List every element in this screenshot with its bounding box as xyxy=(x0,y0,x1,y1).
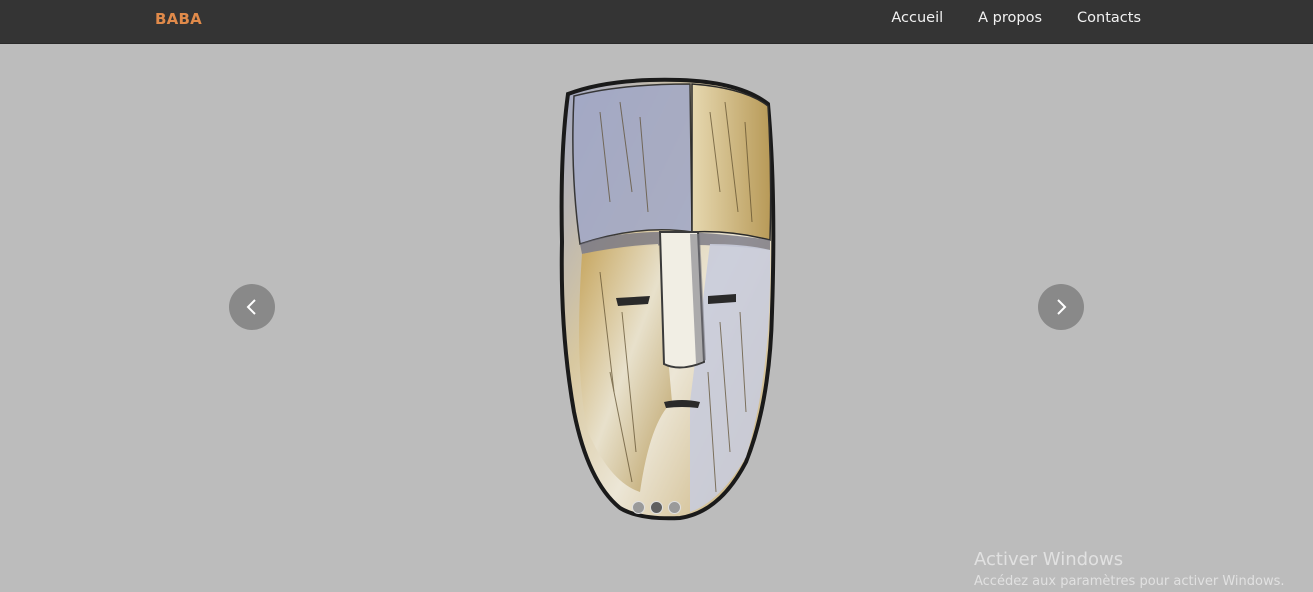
wooden-mask-image xyxy=(559,77,776,521)
chevron-right-icon xyxy=(1057,299,1067,315)
carousel-indicators xyxy=(632,501,681,514)
carousel-indicator-1[interactable] xyxy=(632,501,645,514)
carousel-next-button[interactable] xyxy=(1038,284,1084,330)
nav-links: Accueil A propos Contacts xyxy=(891,10,1141,26)
image-carousel: Activer Windows Accédez aux paramètres p… xyxy=(0,44,1313,589)
carousel-prev-button[interactable] xyxy=(229,284,275,330)
nav-link-accueil[interactable]: Accueil xyxy=(891,10,943,26)
carousel-indicator-3[interactable] xyxy=(668,501,681,514)
brand-logo[interactable]: BABA xyxy=(155,10,202,28)
watermark-title: Activer Windows xyxy=(974,549,1124,570)
chevron-left-icon xyxy=(246,299,256,315)
windows-activation-watermark: Activer Windows Accédez aux paramètres p… xyxy=(974,549,1285,592)
nav-link-contacts[interactable]: Contacts xyxy=(1077,10,1141,26)
nav-link-a-propos[interactable]: A propos xyxy=(978,10,1042,26)
watermark-subtitle: Accédez aux paramètres pour activer Wind… xyxy=(974,574,1285,589)
top-navbar: BABA Accueil A propos Contacts xyxy=(0,0,1313,44)
carousel-indicator-2[interactable] xyxy=(650,501,663,514)
